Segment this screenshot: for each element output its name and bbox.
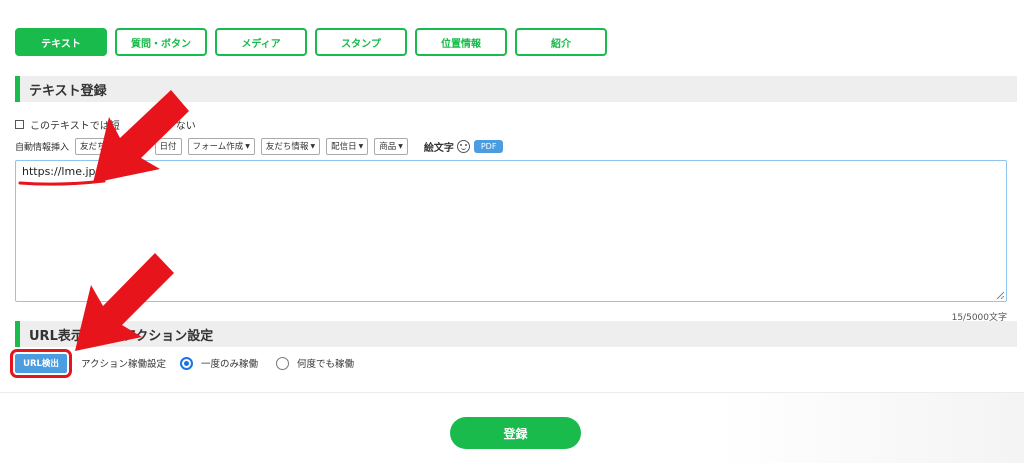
friend-info-dropdown[interactable]: 友だち情報 ▼	[260, 137, 321, 155]
message-textarea[interactable]: https://lme.jp/	[15, 160, 1007, 302]
tab-question-button[interactable]: 質問・ボタン	[115, 28, 207, 56]
caret-down-icon: ▼	[245, 142, 250, 150]
product-dropdown[interactable]: 商品 ▼	[374, 137, 408, 155]
auto-insert-toolbar: 自動情報挿入 友だち 日付 フォーム作成 ▼ 友だち情報 ▼ 配信日 ▼ 商品 ▼ 絵文…	[15, 136, 504, 156]
caret-down-icon: ▼	[310, 142, 316, 150]
radio-once[interactable]	[180, 356, 194, 370]
register-button[interactable]: 登録	[450, 417, 581, 449]
tab-introduction[interactable]: 紹介	[515, 28, 607, 56]
delivery-date-dropdown[interactable]: 配信日 ▼	[326, 137, 369, 155]
tab-text[interactable]: テキスト	[15, 28, 107, 56]
message-editor-card: テキスト 質問・ボタン メディア スタンプ 位置情報 紹介 テキスト登録 このテ…	[0, 0, 1024, 393]
insert-friend-button[interactable]: 友だち	[75, 137, 111, 155]
tab-location[interactable]: 位置情報	[415, 28, 507, 56]
tab-stamp[interactable]: スタンプ	[315, 28, 407, 56]
radio-repeat[interactable]	[276, 356, 290, 370]
radio-once-label: 一度のみ稼働	[201, 359, 259, 370]
url-section-title: URL表示期限・アクション設定	[15, 321, 1017, 347]
url-detect-button[interactable]: URL検出	[10, 348, 72, 378]
shorten-label-start: このテキストでは短	[30, 121, 120, 132]
auto-insert-label: 自動情報挿入	[15, 142, 70, 153]
caret-down-icon: ▼	[358, 142, 364, 150]
emoji-label: 絵文字	[423, 142, 454, 154]
form-create-dropdown[interactable]: フォーム作成 ▼	[187, 137, 255, 155]
action-setting-label: アクション稼働設定	[81, 359, 167, 370]
smiley-icon[interactable]	[456, 139, 470, 153]
shorten-label-end: ない	[175, 121, 196, 132]
textarea-value: https://lme.jp/	[22, 165, 100, 178]
shorten-option: このテキストでは短 ない	[15, 117, 196, 132]
insert-date-button[interactable]: 日付	[154, 137, 182, 155]
message-type-tabs: テキスト 質問・ボタン メディア スタンプ 位置情報 紹介	[15, 28, 607, 56]
action-settings-row: URL検出 アクション稼働設定 一度のみ稼働 何度でも稼働	[10, 348, 372, 378]
tab-media[interactable]: メディア	[215, 28, 307, 56]
caret-down-icon: ▼	[398, 142, 403, 150]
shorten-checkbox[interactable]	[15, 120, 24, 129]
pdf-button[interactable]: PDF	[473, 139, 504, 153]
resize-grip-icon[interactable]	[997, 292, 1004, 299]
text-section-title: テキスト登録	[15, 76, 1017, 102]
radio-repeat-label: 何度でも稼働	[297, 359, 355, 370]
